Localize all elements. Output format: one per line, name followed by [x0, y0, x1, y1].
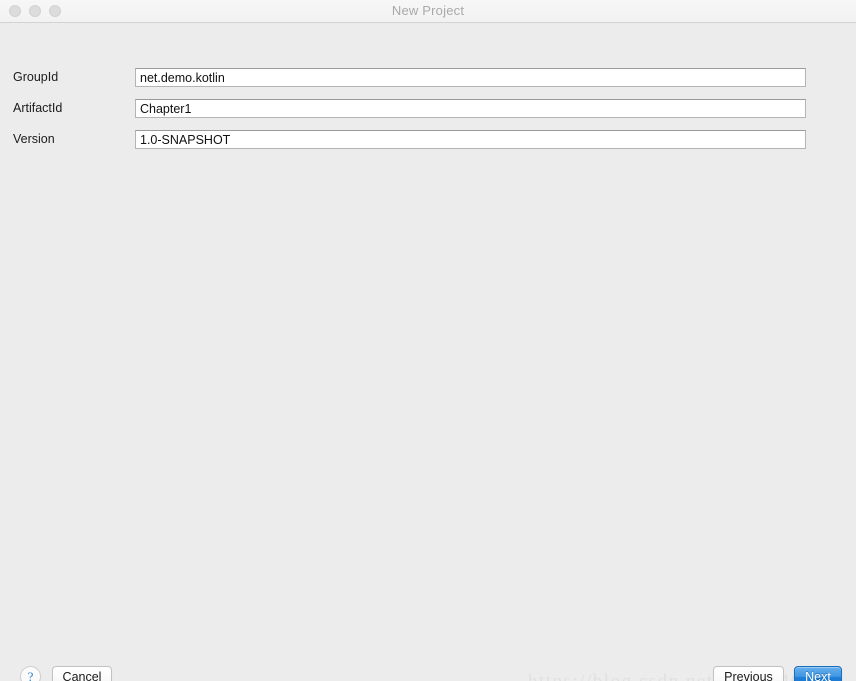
title-bar: New Project	[0, 0, 856, 23]
window-title: New Project	[391, 3, 465, 18]
form-row-groupid: GroupId	[0, 64, 856, 95]
dialog-content: GroupId ArtifactId Version https://blog.…	[0, 23, 856, 681]
groupid-input[interactable]	[135, 68, 806, 87]
next-button[interactable]: Next	[794, 666, 842, 681]
cancel-button[interactable]: Cancel	[52, 666, 112, 681]
version-input[interactable]	[135, 130, 806, 149]
new-project-dialog: New Project GroupId ArtifactId Version h…	[0, 0, 856, 681]
artifactid-input[interactable]	[135, 99, 806, 118]
groupid-label: GroupId	[13, 70, 59, 84]
form-row-version: Version	[0, 126, 856, 157]
artifactid-label: ArtifactId	[13, 101, 63, 115]
help-icon[interactable]: ?	[20, 666, 41, 681]
project-coordinates-form: GroupId ArtifactId Version	[0, 64, 856, 157]
form-row-artifactid: ArtifactId	[0, 95, 856, 126]
version-label: Version	[13, 132, 55, 146]
previous-button[interactable]: Previous	[713, 666, 784, 681]
